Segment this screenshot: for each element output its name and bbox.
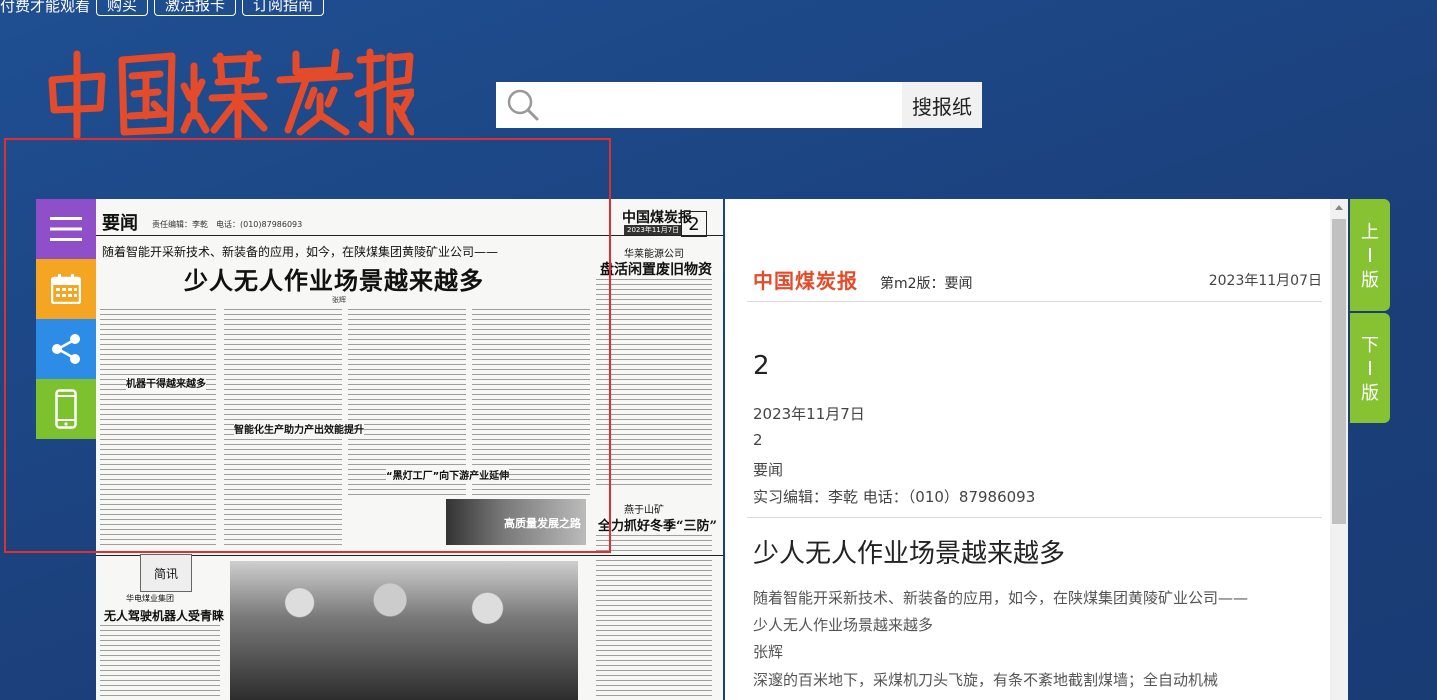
buy-button[interactable]: 购买	[96, 0, 149, 16]
article-scrollbar[interactable]	[1330, 199, 1348, 700]
activate-card-button[interactable]: 激活报卡	[154, 0, 237, 16]
article-line: 张辉	[753, 643, 784, 661]
nav-divider	[1369, 361, 1371, 375]
previous-page-button[interactable]: 上 版	[1350, 199, 1390, 311]
paper-kicker[interactable]: 随着智能开采新技术、新装备的应用，如今，在陕煤集团黄陵矿业公司——	[102, 243, 498, 260]
paper-brief-tag: 简讯	[140, 554, 192, 592]
article-line: 少人无人作业场景越来越多	[753, 616, 934, 634]
search-icon	[496, 82, 550, 128]
paper-author: 张辉	[332, 296, 346, 304]
article-meta-number: 2	[753, 431, 763, 449]
nav-divider	[1369, 248, 1371, 262]
paper-headline[interactable]: 少人无人作业场景越来越多	[184, 261, 484, 296]
paper-text-column[interactable]	[596, 279, 712, 489]
paper-text-column[interactable]	[596, 535, 712, 700]
search-input[interactable]	[550, 82, 902, 128]
paper-right-kicker: 华莱能源公司	[624, 249, 684, 260]
mobile-button[interactable]	[36, 379, 96, 439]
paper-right-title[interactable]: 盘活闲置废旧物资	[600, 259, 712, 279]
share-icon	[52, 334, 80, 364]
paywall-notice: 付费才能观看	[0, 0, 91, 15]
paper-miners-photo	[230, 561, 578, 700]
next-page-button[interactable]: 下 版	[1350, 313, 1390, 423]
logo-calligraphy	[48, 48, 416, 140]
article-divider	[747, 517, 1322, 518]
article-meta-date: 2023年11月7日	[753, 405, 865, 423]
prev-label-top: 上	[1361, 222, 1379, 243]
paper-subhead: “黑灯工厂”向下游产业延伸	[386, 467, 510, 482]
menu-button[interactable]	[36, 199, 96, 259]
paper-banner-image: 高质量发展之路	[446, 499, 586, 545]
site-logo[interactable]	[44, 46, 416, 140]
paper-text-column[interactable]	[100, 625, 220, 700]
paper-right-kicker-2: 燕于山矿	[624, 505, 664, 516]
paper-text-column[interactable]	[100, 309, 216, 549]
next-label-top: 下	[1361, 335, 1379, 356]
search-bar: 搜报纸	[496, 82, 982, 128]
paper-editor-line: 责任编辑：李乾 电话：(010)87986093	[152, 220, 303, 229]
calendar-icon	[51, 274, 81, 304]
article-logo: 中国煤炭报	[753, 269, 858, 293]
share-button[interactable]	[36, 319, 96, 379]
paper-brief-kicker: 华电煤业集团	[126, 594, 174, 603]
paper-subhead: 智能化生产助力产出效能提升	[234, 421, 364, 436]
paper-rule	[96, 235, 723, 236]
article-line: 深邃的百米地下，采煤机刀头飞旋，有条不紊地截割煤墙；全自动机械	[753, 671, 1219, 689]
search-paper-button[interactable]: 搜报纸	[902, 82, 982, 128]
subscription-guide-button[interactable]: 订阅指南	[242, 0, 325, 16]
paper-banner-text: 高质量发展之路	[504, 517, 581, 530]
paper-section-title: 要闻	[102, 213, 138, 234]
scroll-up-arrow-icon[interactable]	[1335, 205, 1343, 210]
mobile-icon	[55, 389, 77, 429]
article-page-number: 2	[753, 351, 770, 381]
article-date: 2023年11月07日	[1208, 273, 1322, 289]
article-meta-section: 要闻	[753, 461, 784, 479]
paper-mini-date: 2023年11月7日	[624, 225, 683, 235]
menu-icon	[50, 217, 82, 241]
article-divider	[747, 301, 1322, 302]
article-line: 随着智能开采新技术、新装备的应用，如今，在陕煤集团黄陵矿业公司——	[753, 589, 1249, 607]
paywall-bar: 付费才能观看 购买 激活报卡 订阅指南	[0, 0, 325, 18]
article-panel: 中国煤炭报 第m2版：要闻 2023年11月07日 2 2023年11月7日 2…	[725, 199, 1330, 700]
paper-right-title-2[interactable]: 全力抓好冬季“三防”	[598, 515, 717, 534]
article-title: 少人无人作业场景越来越多	[753, 539, 1066, 569]
paper-brief-title[interactable]: 无人驾驶机器人受青睐	[104, 607, 224, 624]
next-label-bottom: 版	[1361, 383, 1379, 404]
paper-page-number: 2	[681, 211, 707, 237]
newspaper-page-image[interactable]: 要闻 责任编辑：李乾 电话：(010)87986093 中国煤炭报 2023年1…	[96, 199, 723, 700]
calendar-button[interactable]	[36, 259, 96, 319]
paper-subhead: 机器干得越来越多	[126, 375, 206, 390]
article-edition: 第m2版：要闻	[880, 276, 973, 292]
scrollbar-thumb[interactable]	[1332, 219, 1346, 524]
prev-label-bottom: 版	[1361, 270, 1379, 291]
article-meta-editor: 实习编辑：李乾 电话：（010）87986093	[753, 488, 1036, 506]
